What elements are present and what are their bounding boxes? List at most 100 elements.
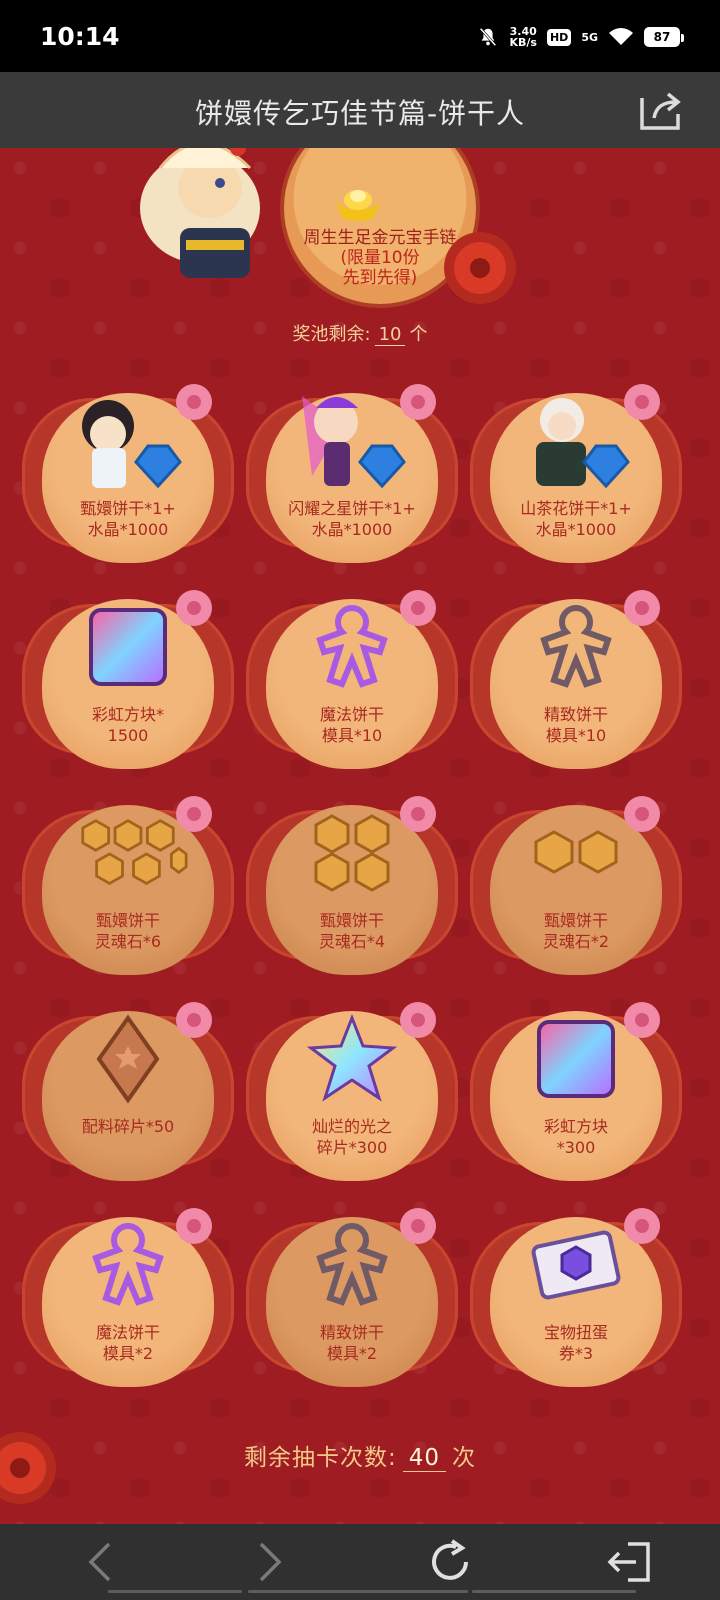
prize-label-line1: 宝物扭蛋 — [543, 1323, 608, 1342]
prize-card[interactable]: 灿烂的光之 碎片*300 — [246, 986, 458, 1181]
prize-card[interactable]: 精致饼干模具*10 — [470, 574, 682, 769]
rainbow-cube-icon — [537, 1020, 615, 1098]
cookie-character-icon — [140, 148, 260, 278]
draws-remaining: 剩余抽卡次数: 40 次 — [0, 1438, 720, 1472]
prize-label: 灿烂的光之 碎片*300 — [266, 1116, 438, 1158]
chevron-right-icon — [259, 1542, 282, 1582]
prize-label: 配料碎片*50 — [42, 1116, 214, 1137]
prize-card[interactable]: 魔法饼干 模具*2 — [22, 1192, 234, 1387]
fine-cutter-icon — [316, 1222, 388, 1306]
prize-label-line1: 甄嬛饼干 — [543, 911, 608, 930]
prize-label: 宝物扭蛋券*3 — [490, 1322, 662, 1364]
prize-label-line2: 灵魂石*4 — [318, 932, 386, 951]
cookie-with-crystal-icon — [536, 398, 630, 489]
prize-label-line2: 模具*2 — [326, 1344, 378, 1363]
soulstone-icon — [81, 819, 188, 886]
prize-label-line2: 券*3 — [558, 1344, 594, 1363]
prize-label: 魔法饼干 模具*2 — [42, 1322, 214, 1364]
prize-label-line2: 模具*10 — [321, 726, 383, 745]
nav-indicator — [248, 1590, 468, 1593]
prize-label-line2: 模具*10 — [545, 726, 607, 745]
soulstone-icon — [314, 814, 390, 892]
prize-card[interactable]: 闪耀之星饼干*1+ 水晶*1000 — [246, 368, 458, 563]
pool-remaining-unit: 个 — [409, 324, 428, 345]
prize-label-line2: 灵魂石*2 — [542, 932, 610, 951]
draws-remaining-unit: 次 — [452, 1445, 477, 1471]
forward-button[interactable] — [190, 1524, 350, 1600]
prize-label-line2: 1500 — [107, 726, 149, 745]
refresh-button[interactable] — [370, 1524, 530, 1600]
prize-label: 甄嬛饼干 灵魂石*6 — [42, 910, 214, 952]
prize-label: 山茶花饼干*1+ 水晶*1000 — [490, 498, 662, 540]
prize-label-line1: 灿烂的光之 — [311, 1117, 392, 1136]
topping-shard-icon — [96, 1014, 160, 1104]
prize-card[interactable]: 魔法饼干模具*10 — [246, 574, 458, 769]
card-art — [292, 592, 412, 702]
battery-indicator: 87 — [644, 27, 684, 47]
wifi-icon — [609, 28, 633, 45]
net-speed-unit: KB/s — [509, 36, 537, 49]
cookie-with-crystal-icon — [302, 396, 406, 489]
prize-label-line2: 水晶*1000 — [87, 520, 169, 539]
draws-remaining-label: 剩余抽卡次数: — [243, 1445, 397, 1471]
card-art — [68, 386, 188, 496]
share-icon — [640, 92, 681, 130]
prize-card[interactable]: 甄嬛饼干*1+ 水晶*1000 — [22, 368, 234, 563]
prize-label: 甄嬛饼干*1+ 水晶*1000 — [42, 498, 214, 540]
prize-label-line1: 山茶花饼干*1+ — [520, 499, 632, 518]
prize-label: 魔法饼干模具*10 — [266, 704, 438, 746]
exit-icon — [607, 1542, 650, 1582]
refresh-icon — [432, 1539, 468, 1580]
prize-card[interactable]: 甄嬛饼干灵魂石*2 — [470, 780, 682, 975]
title-bar: 饼嬛传乞巧佳节篇-饼干人 — [0, 72, 720, 148]
prize-label: 精致饼干 模具*2 — [266, 1322, 438, 1364]
prize-card[interactable]: 彩虹方块* 1500 — [22, 574, 234, 769]
prize-label-line1: 魔法饼干 — [319, 705, 384, 724]
prize-card[interactable]: 彩虹方块 *300 — [470, 986, 682, 1181]
card-art — [292, 386, 412, 496]
net-speed: 3.40 KB/s — [509, 26, 536, 48]
fine-cutter-icon — [540, 604, 612, 688]
card-art — [68, 1004, 188, 1114]
prize-label-line1: 甄嬛饼干*1+ — [80, 499, 176, 518]
prize-label-line2: 水晶*1000 — [535, 520, 617, 539]
rainbow-cube-icon — [89, 608, 167, 686]
share-button[interactable] — [638, 88, 684, 132]
card-art — [516, 386, 636, 496]
prize-label-line1: 魔法饼干 — [95, 1323, 160, 1342]
status-icons: 3.40 KB/s HD 5G 87 — [477, 22, 684, 52]
card-art — [292, 798, 412, 908]
browser-nav-bar — [0, 1524, 720, 1600]
prize-card[interactable]: 精致饼干 模具*2 — [246, 1192, 458, 1387]
card-art — [68, 592, 188, 702]
back-button[interactable] — [20, 1524, 180, 1600]
prize-label: 甄嬛饼干 灵魂石*4 — [266, 910, 438, 952]
prize-label-line1: 闪耀之星饼干*1+ — [288, 499, 416, 518]
prize-label-line1: 甄嬛饼干 — [95, 911, 160, 930]
prize-label: 闪耀之星饼干*1+ 水晶*1000 — [266, 498, 438, 540]
prize-label-line2: 水晶*1000 — [311, 520, 393, 539]
prize-label: 彩虹方块 *300 — [490, 1116, 662, 1158]
prize-label-line1: 精致饼干 — [543, 705, 608, 724]
page-title: 饼嬛传乞巧佳节篇-饼干人 — [194, 97, 526, 130]
grand-prize[interactable]: 周生生足金元宝手链 (限量10份 先到先得) — [110, 148, 610, 328]
status-time: 10:14 — [40, 22, 120, 51]
prize-card[interactable]: 宝物扭蛋券*3 — [470, 1192, 682, 1387]
pool-remaining-label: 奖池剩余: — [292, 324, 371, 345]
card-art — [516, 798, 636, 908]
prize-label: 甄嬛饼干灵魂石*2 — [490, 910, 662, 952]
prize-label-line2: *300 — [556, 1138, 596, 1157]
prize-card[interactable]: 甄嬛饼干 灵魂石*6 — [22, 780, 234, 975]
card-art — [516, 592, 636, 702]
draws-remaining-count: 40 — [402, 1445, 447, 1472]
prize-card[interactable]: 甄嬛饼干 灵魂石*4 — [246, 780, 458, 975]
prize-card[interactable]: 山茶花饼干*1+ 水晶*1000 — [470, 368, 682, 563]
pool-remaining: 奖池剩余: 10 个 — [0, 320, 720, 346]
prize-card[interactable]: 配料碎片*50 — [22, 986, 234, 1181]
network-type: 5G — [581, 30, 598, 44]
card-art — [68, 798, 188, 908]
exit-button[interactable] — [550, 1524, 710, 1600]
prize-label-line1: 彩虹方块* — [91, 705, 164, 724]
card-art — [68, 1210, 188, 1320]
magic-cutter-icon — [92, 1222, 164, 1306]
